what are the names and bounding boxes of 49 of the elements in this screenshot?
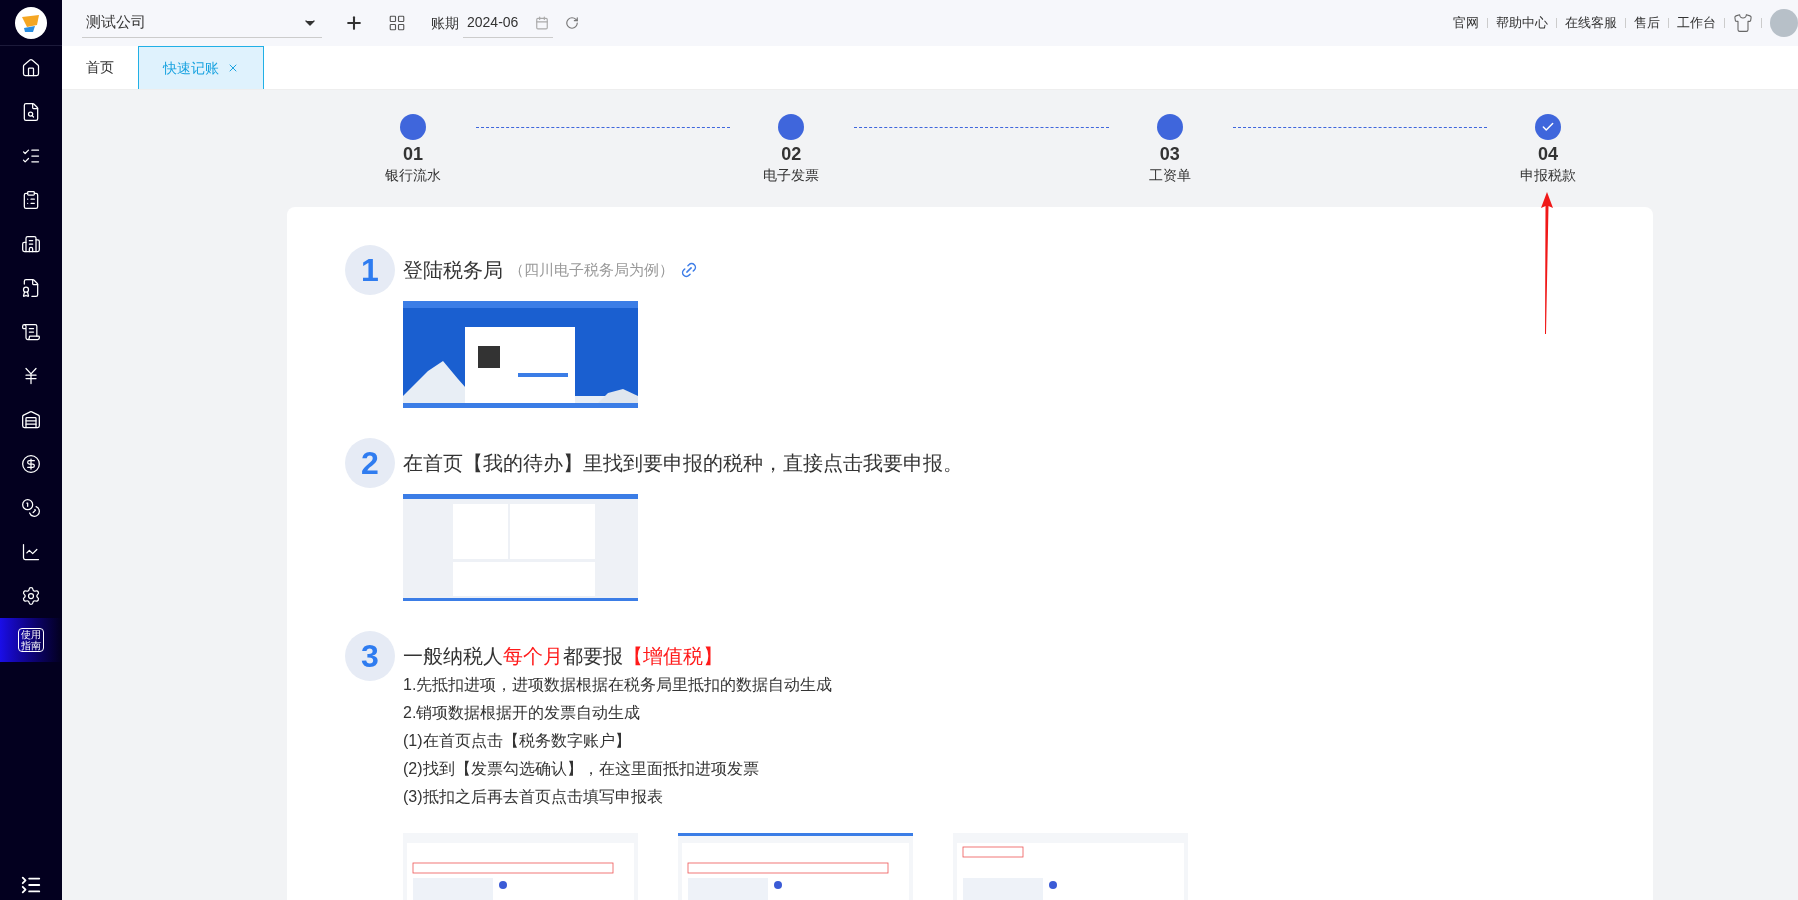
clipboard-icon: [21, 190, 41, 210]
check-icon: [1541, 120, 1555, 134]
document-search-icon: [21, 102, 41, 122]
building-icon: [21, 234, 41, 254]
step-label: 银行流水: [385, 166, 441, 185]
instruction-line: (1)在首页点击【税务数字账户】: [403, 731, 632, 751]
company-select[interactable]: 测试公司: [82, 8, 322, 38]
calendar-icon: [535, 15, 549, 30]
step-number: 03: [1159, 143, 1180, 165]
add-icon[interactable]: [344, 13, 364, 33]
home-icon: [21, 58, 41, 78]
step-title: 登陆税务局: [403, 258, 503, 283]
step-number: 01: [403, 143, 423, 165]
shirt-icon[interactable]: [1733, 13, 1753, 33]
tab[interactable]: 首页: [62, 46, 138, 89]
grid-icon[interactable]: [388, 14, 406, 32]
step-number: 3: [361, 637, 379, 676]
step-label: 申报税款: [1520, 166, 1576, 185]
step-title: 在首页【我的待办】里找到要申报的税种，直接点击我要申报。: [403, 451, 963, 476]
period-field[interactable]: 2024-06: [463, 8, 553, 38]
instruction-line: (2)找到【发票勾选确认】，在这里面抵扣进项发票: [403, 759, 760, 779]
header-link[interactable]: 帮助中心: [1496, 13, 1548, 33]
line-chart-icon: [21, 542, 41, 562]
header-link[interactable]: 售后: [1634, 13, 1660, 33]
step-label: 电子发票: [763, 166, 820, 185]
instruction-line: 2.销项数据根据开的发票自动生成: [403, 703, 642, 723]
warehouse-icon: [21, 410, 41, 430]
step-note: （四川电子税务局为例）: [509, 259, 674, 280]
sidebar-item[interactable]: 使用指南: [0, 618, 62, 662]
step-number: 02: [781, 143, 802, 165]
header-link[interactable]: 工作台: [1677, 13, 1716, 33]
settings-icon: [21, 586, 41, 606]
step-title: 一般纳税人每个月都要报【增值税】: [403, 644, 723, 669]
collapse-menu-icon[interactable]: [20, 874, 42, 896]
instruction-line: (3)抵扣之后再去首页点击填写申报表: [403, 787, 664, 807]
document-icon: [21, 322, 41, 342]
document-badge-icon: [21, 278, 41, 298]
step-number: 04: [1537, 143, 1558, 165]
instruction-line: 1.先抵扣进项，进项数据根据在税务局里抵扣的数据自动生成: [403, 675, 834, 695]
logo-icon: [15, 6, 47, 39]
currency-circle-icon: [21, 454, 41, 474]
refresh-icon[interactable]: [565, 16, 579, 30]
coins-icon: [21, 498, 41, 518]
period-label: 账期: [431, 13, 459, 33]
header-link[interactable]: 官网: [1453, 13, 1479, 33]
step-number: 2: [361, 444, 379, 483]
header-link[interactable]: 在线客服: [1565, 13, 1617, 33]
step-label: 工资单: [1148, 166, 1191, 185]
step-number: 1: [361, 251, 379, 290]
